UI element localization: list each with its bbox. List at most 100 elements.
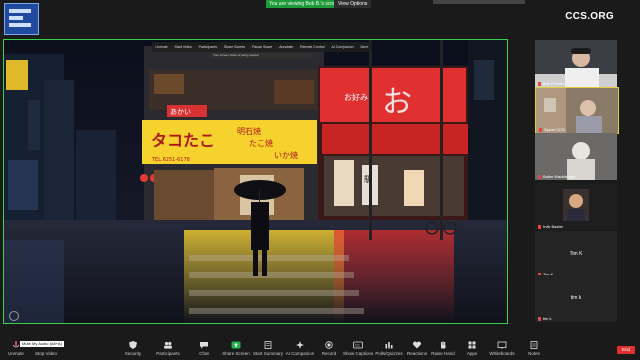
participant-photo: [535, 183, 617, 230]
share-screen-button[interactable]: Share Screen: [222, 338, 250, 360]
muted-mic-icon: [539, 127, 542, 132]
toolbar-label: Record: [321, 351, 337, 356]
inner-tool-item: Annotate: [279, 45, 294, 49]
svg-text:TEL.6251-6178: TEL.6251-6178: [151, 157, 190, 163]
participant-tile[interactable]: Tim K Tim K: [535, 231, 617, 278]
inner-meeting-toolbar: Unmute Start Video Participants Share Sc…: [152, 42, 372, 52]
chat-button[interactable]: Chat: [194, 338, 214, 360]
toolbar-label: Start Summary: [253, 351, 284, 356]
svg-text:あかい: あかい: [170, 108, 191, 116]
cc-icon: CC: [353, 341, 363, 349]
whiteboard-icon: [497, 341, 507, 349]
svg-text:いか焼: いか焼: [274, 151, 298, 160]
sparkle-icon: [296, 341, 304, 349]
show-captions-button[interactable]: CC Show Captions: [343, 338, 373, 360]
toolbar-label: Reactions: [406, 351, 427, 356]
people-icon: [164, 341, 172, 349]
toolbar-label: Whiteboards: [489, 351, 515, 356]
mute-tooltip: Mute My Audio (Alt+A): [20, 341, 64, 347]
viewing-banner: You are viewing Bob B.'s screen: [266, 0, 344, 8]
heart-icon: [412, 341, 422, 349]
toolbar-label: Show Captions: [343, 351, 374, 356]
participant-name-text: Baker Mackleager: [543, 174, 576, 179]
participant-name-text: Irvik Baxter: [543, 224, 564, 229]
reactions-button[interactable]: Reactions: [406, 338, 428, 360]
muted-mic-icon: [538, 81, 541, 86]
inner-share-notice: Your screen share is being viewed: [210, 53, 313, 58]
toolbar-label: Participants: [156, 351, 180, 356]
toolbar-label: Apps: [466, 351, 478, 356]
ai-companion-button[interactable]: AI Companion: [285, 338, 315, 360]
toolbar-label: AI Companion: [285, 351, 315, 356]
polls-button[interactable]: Polls/Quizzes: [374, 338, 404, 360]
raise-hand-button[interactable]: Raise Hand: [431, 338, 455, 360]
inner-tool-item: Pause Share: [252, 45, 273, 49]
yellow-sign-text: タコたこ: [151, 131, 215, 150]
apps-icon: [468, 341, 476, 349]
apps-button[interactable]: Apps: [464, 338, 480, 360]
participant-name: Zippm CCS: [539, 127, 565, 132]
svg-text:たこ焼: たこ焼: [249, 139, 273, 148]
participant-name: Bob Proctor: [538, 81, 564, 86]
street-scene-image: タコたこ TEL.6251-6178 明石焼 たこ焼 いか焼 あかい お お好み…: [4, 40, 507, 323]
participant-tile[interactable]: Baker Mackleager: [535, 133, 617, 180]
inner-tool-item: More: [360, 45, 369, 49]
participant-center-name: Tim K: [569, 251, 583, 257]
inner-tool-item: Start Video: [174, 45, 192, 49]
inner-tool-item: Remote Control: [300, 45, 325, 49]
whiteboards-button[interactable]: Whiteboards: [488, 338, 516, 360]
poll-icon: [385, 342, 393, 349]
top-strip: [433, 0, 525, 4]
participant-name: Baker Mackleager: [538, 174, 575, 179]
toolbar-label: Polls/Quizzes: [375, 351, 403, 356]
shared-screen[interactable]: タコたこ TEL.6251-6178 明石焼 たこ焼 いか焼 あかい お お好み…: [3, 39, 508, 324]
brand-label: CCS.ORG: [565, 11, 614, 22]
inner-tool-item: AI Companion: [331, 45, 354, 49]
share-icon: [231, 341, 241, 349]
notes-button[interactable]: Notes: [525, 338, 543, 360]
toolbar-label: Security: [124, 351, 142, 356]
participant-tile[interactable]: Bob Proctor: [535, 40, 617, 87]
record-button[interactable]: Record: [318, 338, 340, 360]
inner-tool-item: Unmute: [155, 45, 168, 49]
participant-name-text: Bob Proctor: [543, 81, 565, 86]
participant-name: Irvik Baxter: [538, 224, 563, 229]
participants-button[interactable]: Participants: [153, 338, 183, 360]
participant-tile[interactable]: Irvik Baxter: [535, 183, 617, 230]
end-meeting-button[interactable]: End: [617, 346, 635, 354]
svg-text:お: お: [382, 85, 412, 120]
toolbar-label: Share Screen: [222, 351, 250, 356]
participant-tile[interactable]: tim k tim k: [535, 275, 617, 322]
shield-icon: [129, 341, 137, 349]
participant-name: tim k: [538, 316, 551, 321]
toolbar-label: Raise Hand: [431, 351, 455, 356]
summary-icon: [264, 341, 272, 349]
notes-icon: [530, 341, 538, 349]
participant-tile-active[interactable]: Zippm CCS: [535, 87, 619, 134]
participant-video: [535, 40, 617, 87]
toolbar-label: Chat: [199, 351, 209, 356]
circle-icon[interactable]: [9, 311, 19, 321]
record-icon: [325, 341, 333, 349]
view-options-button[interactable]: View Options: [334, 0, 372, 8]
svg-text:明石焼: 明石焼: [237, 127, 261, 136]
participant-name-text: tim k: [543, 316, 552, 321]
svg-text:CC: CC: [355, 344, 360, 348]
inner-tool-item: Participants: [198, 45, 217, 49]
start-summary-button[interactable]: Start Summary: [253, 338, 283, 360]
app-logo: [4, 3, 39, 35]
muted-mic-icon: [538, 316, 541, 321]
top-bar: You are viewing Bob B.'s screen View Opt…: [0, 0, 640, 36]
chat-icon: [200, 342, 208, 349]
inner-tool-item: Share Screen: [223, 45, 246, 49]
participant-center-name: tim k: [570, 295, 582, 301]
muted-mic-icon: [538, 224, 541, 229]
svg-text:お好み: お好み: [344, 92, 368, 102]
muted-mic-icon: [538, 174, 541, 179]
toolbar-label: Unmute: [8, 351, 24, 356]
meeting-toolbar: Unmute Stop Video Security Participants …: [0, 338, 640, 360]
security-button[interactable]: Security: [120, 338, 146, 360]
hand-icon: [441, 341, 446, 349]
toolbar-label: Stop Video: [35, 351, 57, 356]
toolbar-label: Notes: [528, 351, 540, 356]
